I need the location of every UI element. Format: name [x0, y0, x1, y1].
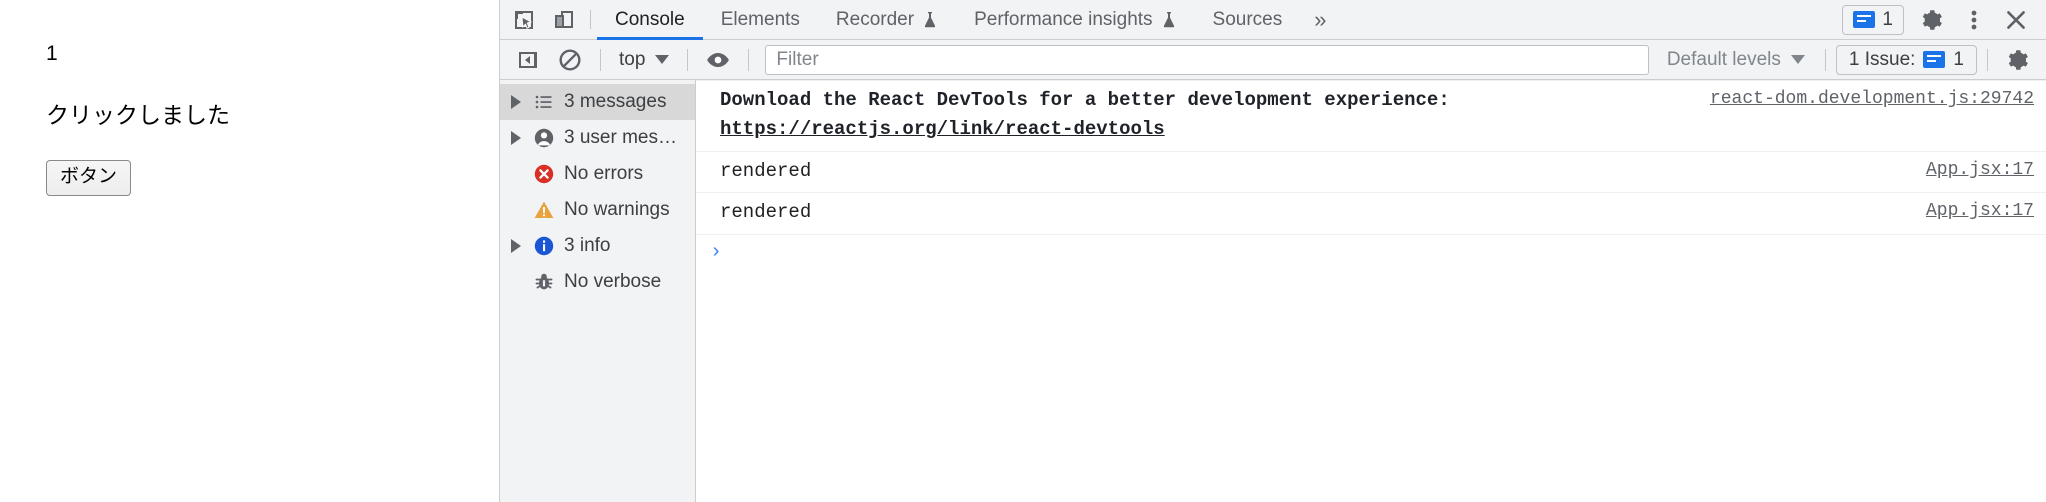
issues-bubble-icon [1853, 11, 1876, 28]
user-icon [532, 127, 556, 149]
sidebar-item-messages[interactable]: 3 messages [500, 84, 695, 120]
click-count-display: 1 [46, 42, 58, 65]
tab-elements[interactable]: Elements [703, 0, 818, 39]
console-source-link[interactable]: App.jsx:17 [1926, 198, 2034, 226]
experiment-flask-icon [1161, 11, 1177, 29]
clear-console-icon[interactable] [550, 44, 590, 76]
chevron-down-icon [1790, 55, 1805, 64]
execution-context-selector[interactable]: top [611, 49, 677, 71]
console-message-text: rendered [720, 201, 812, 224]
web-page-pane: 1 クリックしました ボタン [0, 0, 499, 502]
react-devtools-link[interactable]: https://reactjs.org/link/react-devtools [720, 118, 1165, 140]
expand-arrow-icon[interactable] [508, 95, 524, 109]
tab-recorder-label: Recorder [835, 8, 915, 30]
screen-root: 1 クリックしました ボタン Console Elements Recorder… [0, 0, 2046, 502]
console-prompt[interactable]: › [696, 235, 2046, 270]
issues-counter-count: 1 [1953, 48, 1964, 70]
console-message-list: Download the React DevTools for a better… [696, 80, 2046, 502]
error-icon [532, 163, 556, 185]
inspect-cursor-icon[interactable] [504, 0, 544, 39]
filter-divider [748, 48, 750, 71]
devtools-tabstrip: Console Elements Recorder Performance in… [500, 0, 2046, 40]
sidebar-item-user-messages-label: 3 user mes… [564, 127, 677, 148]
console-source-link[interactable]: App.jsx:17 [1926, 157, 2034, 185]
console-message-text: Download the React DevTools for a better… [720, 86, 1694, 145]
tab-elements-label: Elements [720, 8, 800, 30]
tab-sources[interactable]: Sources [1195, 0, 1301, 39]
log-levels-label: Default levels [1666, 48, 1781, 70]
tab-recorder[interactable]: Recorder [818, 0, 956, 39]
close-icon[interactable] [1996, 7, 2036, 33]
expand-arrow-icon[interactable] [508, 239, 524, 253]
console-body: 3 messages 3 user mes… No errors No warn… [500, 80, 2046, 502]
console-message-text: rendered [720, 159, 812, 182]
sidebar-item-messages-label: 3 messages [564, 91, 667, 112]
tab-sources-label: Sources [1212, 8, 1283, 30]
console-message-body: Download the React DevTools for a better… [720, 89, 1450, 111]
execution-context-label: top [619, 48, 646, 70]
bug-icon [532, 271, 556, 293]
sidebar-item-info-label: 3 info [564, 235, 611, 256]
issues-badge-button[interactable]: 1 [1842, 4, 1904, 35]
issues-counter-label: 1 Issue: [1848, 48, 1916, 70]
sidebar-item-user-messages[interactable]: 3 user mes… [500, 120, 695, 156]
console-filter-toolbar: top Default levels 1 Issue: 1 [500, 40, 2046, 80]
console-source-link[interactable]: react-dom.development.js:29742 [1710, 86, 2034, 114]
filter-divider [1987, 48, 1988, 71]
gear-icon[interactable] [1912, 7, 1952, 33]
devtools-panel: Console Elements Recorder Performance in… [499, 0, 2046, 502]
experiment-flask-icon [922, 11, 938, 29]
filter-divider [687, 48, 689, 71]
sidebar-item-warnings-label: No warnings [564, 199, 670, 220]
log-levels-selector[interactable]: Default levels [1657, 49, 1815, 71]
prompt-caret-icon: › [710, 240, 723, 264]
sidebar-item-info[interactable]: 3 info [500, 228, 695, 264]
sidebar-item-warnings[interactable]: No warnings [500, 192, 695, 228]
list-icon [532, 92, 556, 112]
sidebar-item-verbose[interactable]: No verbose [500, 264, 695, 300]
tab-performance-insights[interactable]: Performance insights [956, 0, 1194, 39]
expand-arrow-icon[interactable] [508, 131, 524, 145]
console-sidebar: 3 messages 3 user mes… No errors No warn… [500, 80, 696, 502]
gear-icon[interactable] [1998, 44, 2038, 76]
page-content: 1 クリックしました ボタン [0, 0, 499, 197]
live-expression-icon[interactable] [698, 44, 738, 76]
click-button[interactable]: ボタン [46, 160, 132, 197]
console-message-row[interactable]: rendered App.jsx:17 [696, 152, 2046, 194]
issues-badge-count: 1 [1882, 8, 1893, 30]
more-tabs-icon[interactable]: » [1300, 0, 1340, 39]
show-console-sidebar-icon[interactable] [508, 44, 548, 76]
click-message-text: クリックしました [46, 102, 230, 129]
sidebar-item-errors[interactable]: No errors [500, 156, 695, 192]
filter-input[interactable] [765, 44, 1649, 75]
console-message-row[interactable]: rendered App.jsx:17 [696, 193, 2046, 235]
toolbar-divider [590, 10, 591, 29]
tab-performance-insights-label: Performance insights [974, 8, 1153, 30]
filter-divider [600, 48, 601, 71]
info-icon [532, 235, 556, 257]
console-message-row[interactable]: Download the React DevTools for a better… [696, 80, 2046, 152]
sidebar-item-errors-label: No errors [564, 163, 644, 184]
issues-bubble-icon [1923, 51, 1946, 68]
chevron-down-icon [655, 55, 670, 64]
filter-divider [1824, 48, 1826, 71]
kebab-menu-icon[interactable] [1954, 7, 1994, 33]
warning-icon [532, 199, 556, 221]
issues-counter-button[interactable]: 1 Issue: 1 [1835, 44, 1977, 75]
sidebar-item-verbose-label: No verbose [564, 271, 662, 292]
tabstrip-right-actions: 1 [1842, 0, 2042, 39]
tab-console[interactable]: Console [597, 0, 703, 40]
device-toolbar-icon[interactable] [544, 0, 584, 39]
tab-console-label: Console [615, 8, 685, 30]
